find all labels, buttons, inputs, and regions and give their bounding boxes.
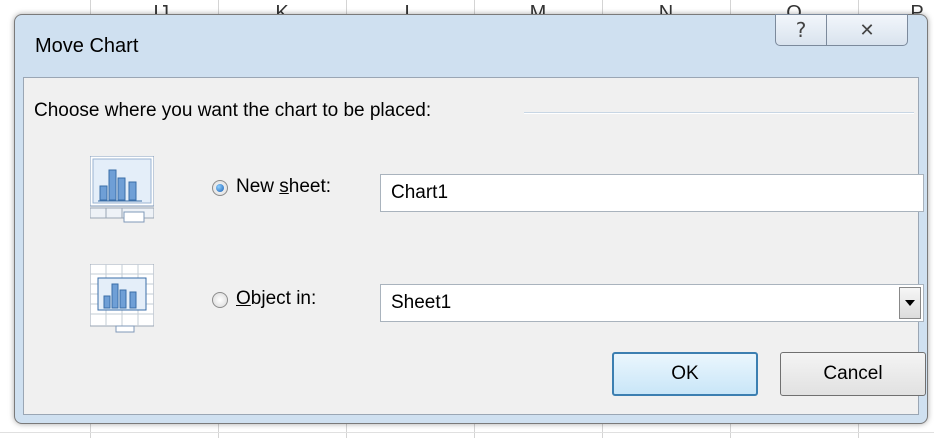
move-chart-dialog: Move Chart ? ✕ Choose where you want the… bbox=[14, 14, 928, 424]
dialog-body: Choose where you want the chart to be pl… bbox=[23, 77, 926, 415]
dialog-title: Move Chart bbox=[35, 35, 139, 57]
help-button[interactable]: ? bbox=[775, 14, 827, 46]
close-button[interactable]: ✕ bbox=[826, 14, 908, 46]
grid-line bbox=[0, 432, 934, 433]
ok-button[interactable]: OK bbox=[612, 352, 758, 396]
group-label: Choose where you want the chart to be pl… bbox=[34, 100, 444, 122]
embedded-chart-icon bbox=[90, 264, 154, 333]
cancel-button[interactable]: Cancel bbox=[780, 352, 926, 396]
label-text: heet: bbox=[288, 176, 332, 197]
new-sheet-label[interactable]: New sheet: bbox=[236, 176, 331, 198]
title-bar[interactable]: Move Chart ? ✕ bbox=[15, 14, 927, 77]
new-sheet-radio[interactable] bbox=[212, 180, 228, 196]
label-text: bject in: bbox=[250, 288, 317, 309]
chart-sheet-icon bbox=[90, 156, 154, 223]
object-in-sheet-select[interactable]: Sheet1 bbox=[380, 284, 924, 322]
accelerator-key: s bbox=[279, 176, 289, 197]
object-in-label[interactable]: Object in: bbox=[236, 288, 316, 310]
help-icon: ? bbox=[795, 18, 807, 42]
accelerator-key: O bbox=[236, 288, 251, 309]
new-sheet-name-input[interactable] bbox=[380, 174, 924, 212]
dropdown-arrow-button[interactable] bbox=[899, 287, 921, 319]
object-in-radio[interactable] bbox=[212, 292, 228, 308]
group-divider bbox=[524, 112, 914, 114]
selected-sheet: Sheet1 bbox=[391, 292, 452, 313]
chevron-down-icon bbox=[905, 300, 915, 306]
label-text: New bbox=[236, 176, 280, 197]
close-icon: ✕ bbox=[859, 19, 875, 41]
